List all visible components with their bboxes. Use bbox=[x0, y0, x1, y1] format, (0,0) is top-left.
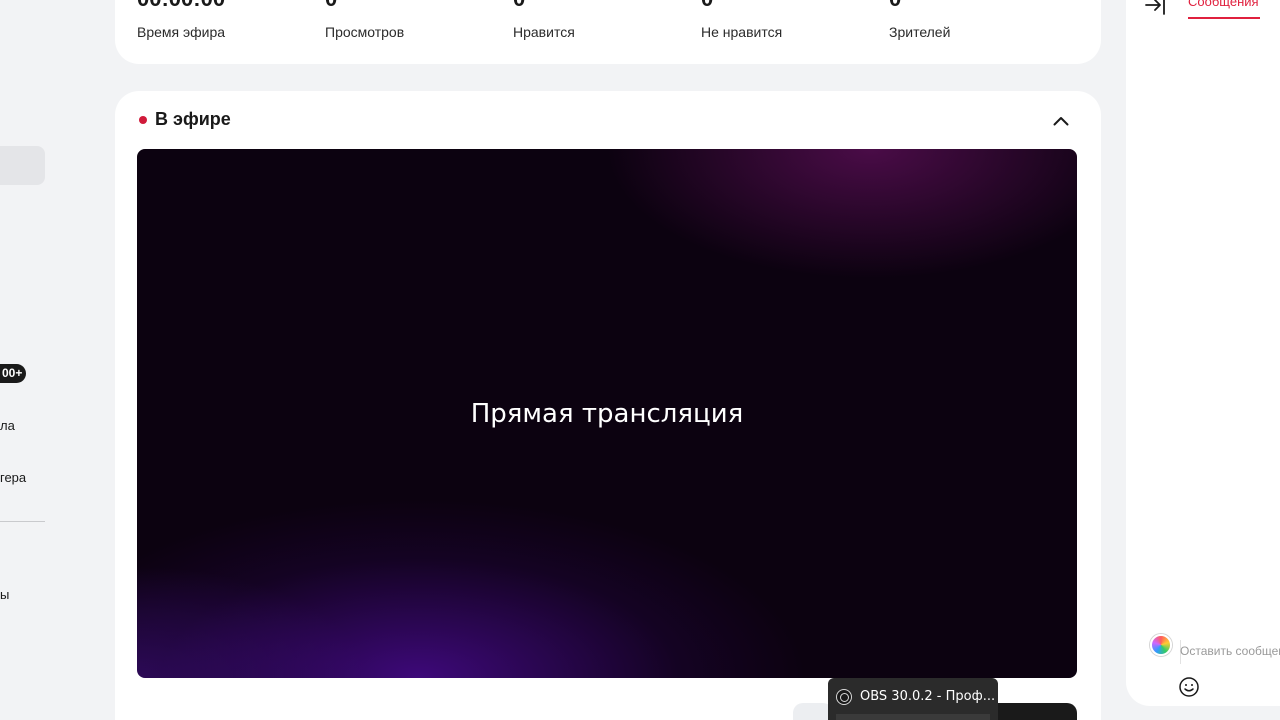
sidebar-item-active[interactable] bbox=[0, 146, 45, 185]
stat-label: Просмотров bbox=[325, 24, 405, 40]
sidebar-item-label-1[interactable]: ла bbox=[0, 418, 15, 433]
obs-icon bbox=[836, 689, 852, 705]
live-header: В эфире bbox=[139, 109, 231, 130]
sidebar-badge: 00+ bbox=[0, 364, 26, 383]
stream-stats-card: 00:00:00 Время эфира 0 Просмотров 0 Нрав… bbox=[115, 0, 1101, 64]
sidebar-item-label-3[interactable]: ы bbox=[0, 587, 9, 602]
emoji-button[interactable] bbox=[1178, 676, 1200, 698]
stat-label: Не нравится bbox=[701, 24, 783, 40]
live-indicator-dot bbox=[139, 115, 147, 124]
video-player[interactable]: Прямая трансляция bbox=[137, 149, 1077, 678]
stat-value: 00:00:00 bbox=[137, 0, 225, 10]
arrow-right-to-line-icon bbox=[1145, 0, 1165, 15]
chat-panel: Сообщения bbox=[1126, 0, 1280, 706]
avatar bbox=[1150, 634, 1172, 656]
stat-value: 0 bbox=[701, 0, 713, 10]
tab-messages[interactable]: Сообщения bbox=[1188, 0, 1260, 19]
live-card: В эфире Прямая трансляция bbox=[115, 91, 1101, 720]
taskbar-window-title: OBS 30.0.2 - Проф... bbox=[860, 689, 996, 704]
chat-collapse-button[interactable] bbox=[1144, 0, 1168, 16]
player-placeholder-text: Прямая трансляция bbox=[470, 398, 744, 429]
left-sidebar: 00+ ла гера ы bbox=[0, 0, 50, 720]
stat-label: Зрителей bbox=[889, 24, 951, 40]
live-title: В эфире bbox=[155, 109, 231, 129]
smiley-icon bbox=[1179, 677, 1199, 697]
stat-label: Нравится bbox=[513, 24, 575, 40]
collapse-button[interactable] bbox=[1049, 109, 1073, 133]
chat-message-input[interactable] bbox=[1180, 636, 1280, 666]
chevron-up-icon bbox=[1053, 117, 1069, 126]
stat-value: 0 bbox=[325, 0, 337, 10]
taskbar-thumbnail-edge bbox=[836, 714, 990, 720]
sidebar-divider bbox=[0, 521, 45, 522]
stat-label: Время эфира bbox=[137, 24, 226, 40]
sidebar-item-label-2[interactable]: гера bbox=[0, 470, 26, 485]
secondary-action-button[interactable] bbox=[793, 703, 833, 720]
stat-value: 0 bbox=[889, 0, 901, 10]
stat-value: 0 bbox=[513, 0, 525, 10]
